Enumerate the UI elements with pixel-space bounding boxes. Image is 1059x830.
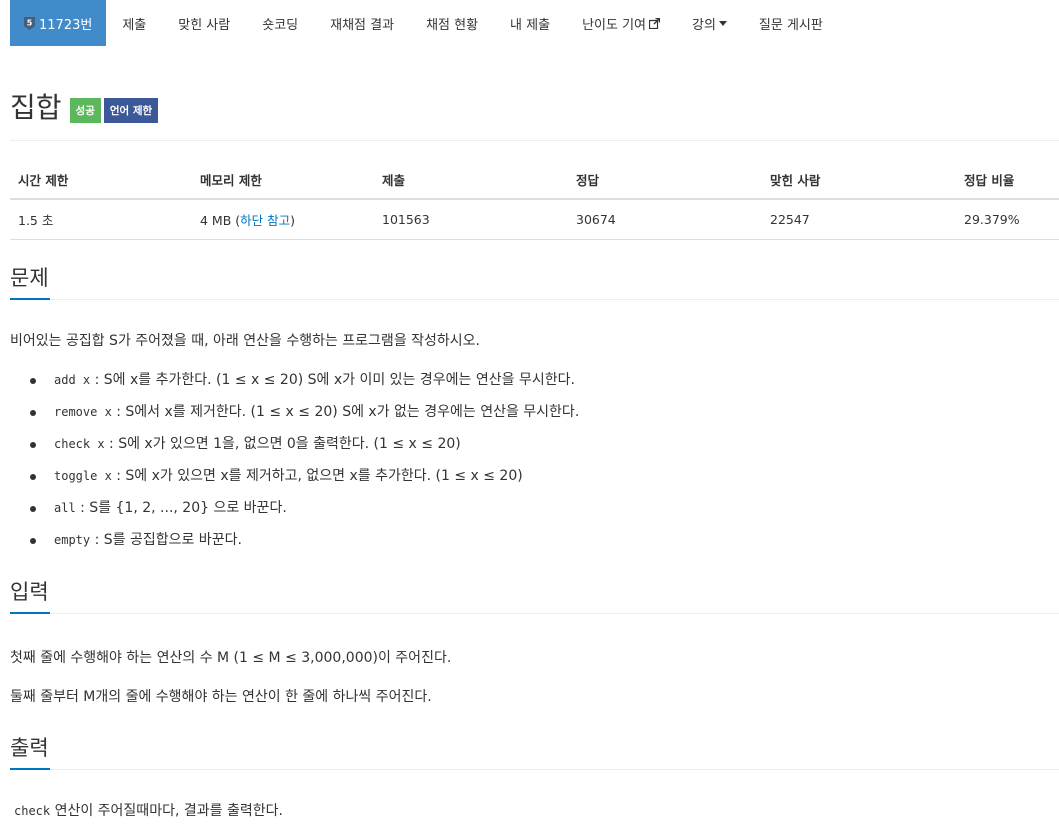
silver-5-tier-icon: 5 xyxy=(24,16,35,30)
title-row: 집합 성공 언어 제한 xyxy=(10,86,159,126)
header-ratio: 정답 비율 xyxy=(956,160,1059,200)
ratio-value: 29.379% xyxy=(956,199,1059,240)
table-header-row: 시간 제한 메모리 제한 제출 정답 맞힌 사람 정답 비율 xyxy=(10,160,1059,200)
time-limit-value: 1.5 초 xyxy=(10,199,192,240)
memory-note-link[interactable]: 하단 참고 xyxy=(240,213,290,228)
section-divider xyxy=(10,613,1059,614)
input-heading: 입력 xyxy=(10,580,49,604)
input-line-1: 첫째 줄에 수행해야 하는 연산의 수 M (1 ≤ M ≤ 3,000,000… xyxy=(10,650,452,666)
nav-solvers[interactable]: 맞힌 사람 xyxy=(162,0,246,46)
op-code: all xyxy=(54,501,76,515)
op-text: : S를 {1, 2, ..., 20} 으로 바꾼다. xyxy=(80,500,287,516)
memory-prefix: 4 MB ( xyxy=(200,213,241,228)
section-divider xyxy=(10,769,1059,770)
op-text: : S에서 x를 제거한다. (1 ≤ x ≤ 20) S에 x가 없는 경우에… xyxy=(116,404,580,420)
status-badge-language-restriction: 언어 제한 xyxy=(103,97,159,123)
accepted-value: 30674 xyxy=(568,199,762,240)
output-description: check 연산이 주어질때마다, 결과를 출력한다. xyxy=(14,800,283,820)
nav-short-coding[interactable]: 숏코딩 xyxy=(246,0,314,46)
external-link-icon xyxy=(649,17,660,29)
op-code: check x xyxy=(54,437,105,451)
output-heading: 출력 xyxy=(10,736,49,760)
svg-text:5: 5 xyxy=(27,18,33,27)
header-solvers: 맞힌 사람 xyxy=(762,160,956,200)
input-section-header: 입력 xyxy=(10,576,1059,614)
op-code: empty xyxy=(54,533,91,547)
status-badge-success: 성공 xyxy=(69,97,101,123)
table-row: 1.5 초 4 MB (하단 참고) 101563 30674 22547 29… xyxy=(10,199,1059,240)
nav-status[interactable]: 채점 현황 xyxy=(410,0,494,46)
header-time-limit: 시간 제한 xyxy=(10,160,192,200)
problem-nav: 5 11723번 제출 맞힌 사람 숏코딩 재채점 결과 채점 현황 내 제출 … xyxy=(10,0,839,46)
submissions-value: 101563 xyxy=(374,199,568,240)
op-text: : S에 x가 있으면 1을, 없으면 0을 출력한다. (1 ≤ x ≤ 20… xyxy=(109,436,461,452)
nav-problem-id-label: 11723번 xyxy=(39,17,93,33)
nav-problem-id[interactable]: 5 11723번 xyxy=(10,0,107,46)
nav-board[interactable]: 질문 게시판 xyxy=(743,0,839,46)
input-line-2: 둘째 줄부터 M개의 줄에 수행해야 하는 연산이 한 줄에 하나씩 주어진다. xyxy=(10,689,432,705)
header-accepted: 정답 xyxy=(568,160,762,200)
op-text: : S를 공집합으로 바꾼다. xyxy=(94,532,242,548)
nav-difficulty[interactable]: 난이도 기여 xyxy=(566,0,676,46)
page-title: 집합 xyxy=(10,91,62,124)
header-submissions: 제출 xyxy=(374,160,568,200)
nav-rejudge[interactable]: 재채점 결과 xyxy=(314,0,410,46)
nav-my-submissions[interactable]: 내 제출 xyxy=(494,0,566,46)
op-code: add x xyxy=(54,373,91,387)
section-accent xyxy=(10,768,50,770)
section-divider xyxy=(10,299,1059,300)
nav-difficulty-label: 난이도 기여 xyxy=(582,17,646,33)
problem-intro: 비어있는 공집합 S가 주어졌을 때, 아래 연산을 수행하는 프로그램을 작성… xyxy=(10,333,480,349)
problem-heading: 문제 xyxy=(10,266,49,290)
caret-down-icon xyxy=(718,20,727,26)
solvers-value: 22547 xyxy=(762,199,956,240)
nav-lectures-label: 강의 xyxy=(692,17,716,33)
memory-suffix: ) xyxy=(290,213,296,228)
output-section-header: 출력 xyxy=(10,732,1059,770)
op-text: : S에 x를 추가한다. (1 ≤ x ≤ 20) S에 x가 이미 있는 경… xyxy=(94,372,575,388)
problem-section-header: 문제 xyxy=(10,262,1059,300)
output-code: check xyxy=(14,804,51,818)
section-accent xyxy=(10,298,50,300)
op-code: remove x xyxy=(54,405,112,419)
nav-submit[interactable]: 제출 xyxy=(106,0,162,46)
problem-info-table: 시간 제한 메모리 제한 제출 정답 맞힌 사람 정답 비율 1.5 초 4 M… xyxy=(10,160,1059,240)
header-memory-limit: 메모리 제한 xyxy=(192,160,374,200)
memory-limit-value: 4 MB (하단 참고) xyxy=(192,199,374,240)
nav-lectures[interactable]: 강의 xyxy=(676,0,743,46)
op-code: toggle x xyxy=(54,469,112,483)
output-text: 연산이 주어질때마다, 결과를 출력한다. xyxy=(54,803,283,819)
op-text: : S에 x가 있으면 x를 제거하고, 없으면 x를 추가한다. (1 ≤ x… xyxy=(116,468,523,484)
title-divider xyxy=(10,140,1059,141)
section-accent xyxy=(10,612,50,614)
